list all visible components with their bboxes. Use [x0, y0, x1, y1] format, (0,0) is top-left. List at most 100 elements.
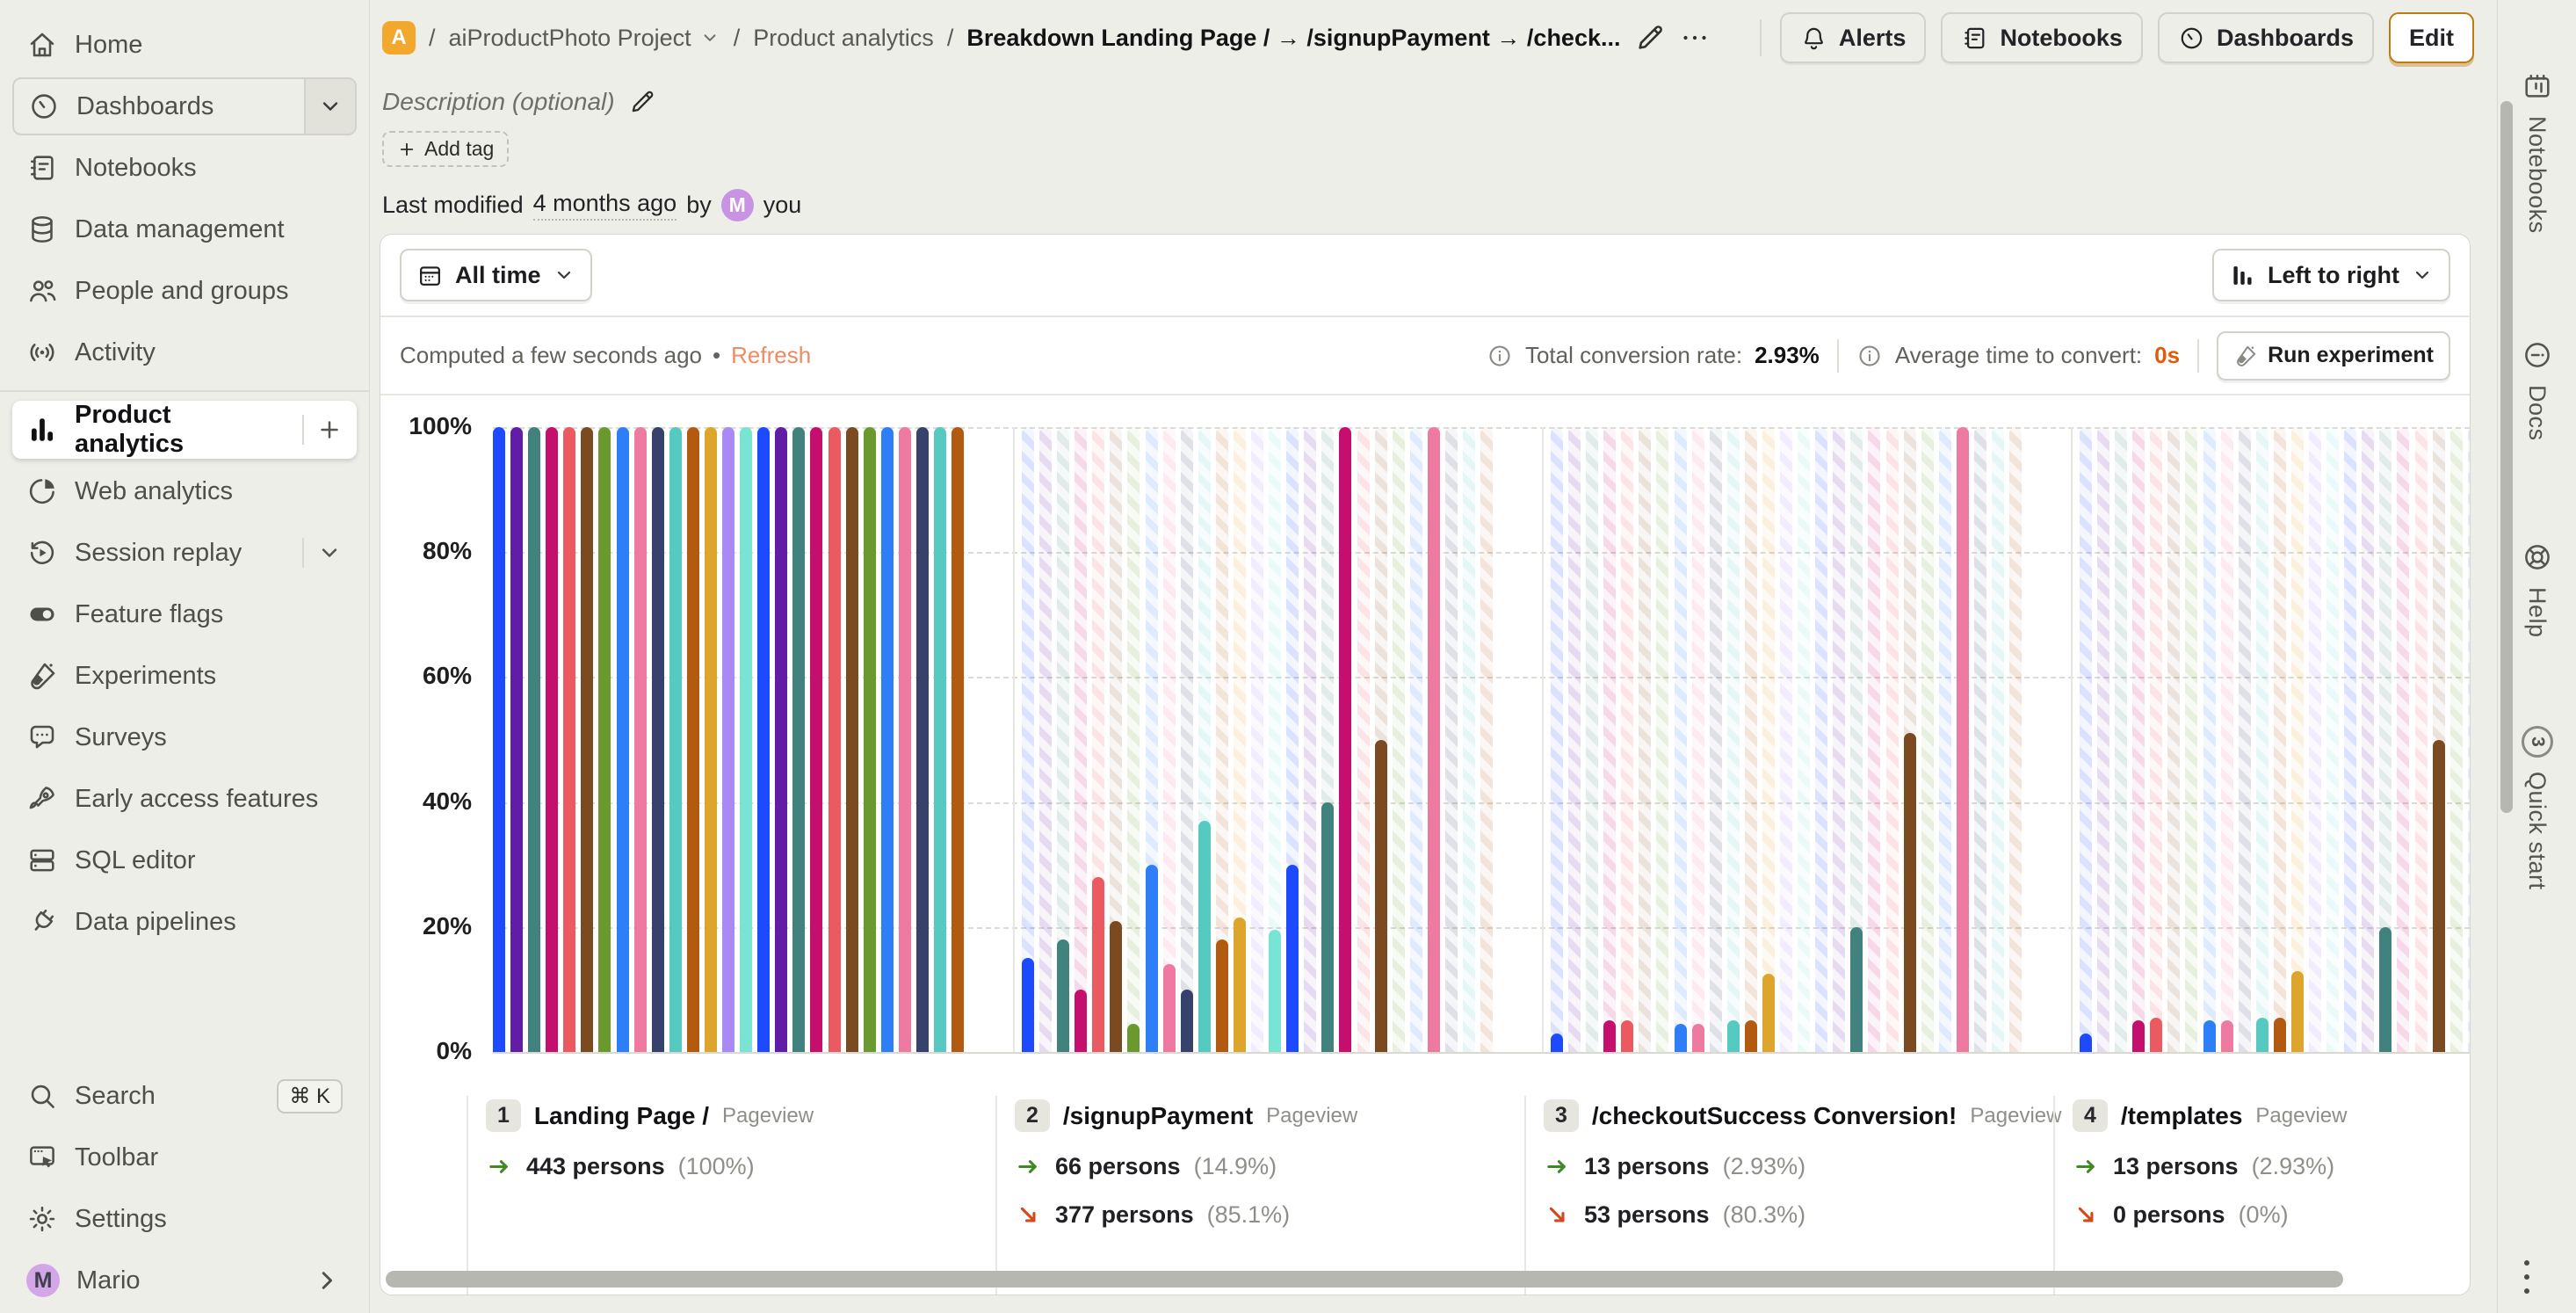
funnel-bar[interactable]: [1903, 733, 1916, 1052]
notebooks-button[interactable]: Notebooks: [1941, 12, 2143, 63]
funnel-bar[interactable]: [1744, 1020, 1757, 1052]
funnel-bar[interactable]: [563, 427, 576, 1052]
funnel-bar[interactable]: [510, 427, 524, 1052]
sidebar-item-settings[interactable]: Settings: [12, 1190, 357, 1248]
sidebar-item-sql-editor[interactable]: SQL editor: [12, 831, 357, 889]
funnel-bar[interactable]: [1075, 989, 1088, 1052]
funnel-bar[interactable]: [2290, 970, 2304, 1052]
more-options-icon[interactable]: [1679, 22, 1711, 54]
plus-icon[interactable]: [316, 417, 343, 443]
side-panel-tab-docs[interactable]: Docs: [2522, 339, 2553, 440]
funnel-bar[interactable]: [1233, 918, 1246, 1052]
funnel-bar[interactable]: [546, 427, 559, 1052]
funnel-bar[interactable]: [934, 427, 946, 1052]
funnel-bar[interactable]: [1691, 1024, 1704, 1052]
alerts-button[interactable]: Alerts: [1779, 12, 1927, 63]
funnel-bar[interactable]: [845, 427, 858, 1052]
funnel-bar[interactable]: [2080, 1033, 2092, 1052]
funnel-bar[interactable]: [2432, 739, 2445, 1052]
sidebar-item-activity[interactable]: Activity: [12, 323, 357, 381]
sidebar-item-web-analytics[interactable]: Web analytics: [12, 462, 357, 520]
funnel-bar[interactable]: [1956, 427, 1969, 1052]
sidebar-item-surveys[interactable]: Surveys: [12, 708, 357, 766]
info-icon[interactable]: [1487, 343, 1513, 369]
sidebar-item-toolbar[interactable]: Toolbar: [12, 1128, 357, 1186]
funnel-bar[interactable]: [598, 427, 611, 1052]
step-dropped-row[interactable]: 0 persons (0%): [2073, 1201, 2470, 1229]
sidebar-item-experiments[interactable]: Experiments: [12, 647, 357, 705]
sidebar-item-product-analytics[interactable]: Product analytics: [12, 401, 357, 459]
sidebar-item-expand-button[interactable]: [304, 79, 355, 134]
funnel-bar[interactable]: [1057, 939, 1070, 1052]
sidebar-item-people-and-groups[interactable]: People and groups: [12, 262, 357, 320]
funnel-bar[interactable]: [1092, 876, 1105, 1052]
funnel-bar[interactable]: [952, 427, 965, 1052]
funnel-bar[interactable]: [863, 427, 876, 1052]
breadcrumb-section[interactable]: Product analytics: [753, 25, 934, 52]
funnel-bar[interactable]: [2203, 1020, 2216, 1052]
dashboards-button[interactable]: Dashboards: [2157, 12, 2374, 63]
funnel-bar[interactable]: [1198, 820, 1211, 1052]
run-experiment-button[interactable]: Run experiment: [2217, 330, 2450, 381]
horizontal-scrollbar[interactable]: [386, 1271, 2343, 1288]
funnel-bar[interactable]: [1180, 989, 1193, 1052]
edit-description-icon[interactable]: [628, 88, 656, 116]
funnel-order-button[interactable]: Left to right: [2212, 249, 2450, 301]
sidebar-item-data-pipelines[interactable]: Data pipelines: [12, 893, 357, 951]
modifier-avatar[interactable]: M: [720, 189, 754, 221]
funnel-bar[interactable]: [2220, 1020, 2233, 1052]
funnel-bar[interactable]: [1551, 1033, 1563, 1052]
sidebar-item-main[interactable]: Dashboards: [14, 79, 287, 134]
funnel-bar[interactable]: [2150, 1017, 2163, 1052]
breadcrumb-project[interactable]: aiProductPhoto Project: [449, 25, 720, 52]
edit-button[interactable]: Edit: [2389, 12, 2474, 63]
funnel-bar[interactable]: [1726, 1020, 1740, 1052]
funnel-bar[interactable]: [2273, 1017, 2286, 1052]
funnel-bar[interactable]: [1339, 427, 1352, 1052]
sidebar-item-home[interactable]: Home: [12, 16, 357, 74]
refresh-link[interactable]: Refresh: [731, 342, 811, 369]
sidebar-item-user[interactable]: M Mario: [12, 1251, 357, 1309]
step-completed-row[interactable]: 66 persons (14.9%): [1015, 1153, 1524, 1180]
step-completed-row[interactable]: 13 persons (2.93%): [1544, 1153, 2053, 1180]
funnel-bar[interactable]: [2379, 926, 2392, 1052]
vertical-scrollbar[interactable]: [2500, 101, 2513, 813]
date-range-button[interactable]: All time: [400, 249, 592, 301]
funnel-bar[interactable]: [581, 427, 594, 1052]
funnel-bar[interactable]: [828, 427, 841, 1052]
sidebar-item-data-management[interactable]: Data management: [12, 200, 357, 258]
funnel-bar[interactable]: [1603, 1020, 1617, 1052]
funnel-bar[interactable]: [1850, 926, 1863, 1052]
funnel-bar[interactable]: [1110, 920, 1123, 1052]
side-panel-tab-notebooks[interactable]: Notebooks: [2522, 70, 2553, 234]
side-panel-tab-quick-start[interactable]: 3 Quick start: [2521, 725, 2553, 889]
funnel-bar[interactable]: [633, 427, 647, 1052]
funnel-bar[interactable]: [792, 427, 806, 1052]
funnel-bar[interactable]: [1321, 802, 1335, 1052]
funnel-bar[interactable]: [704, 427, 717, 1052]
side-panel-tab-help[interactable]: Help: [2522, 541, 2553, 638]
funnel-bar[interactable]: [880, 427, 894, 1052]
panel-drag-handle[interactable]: [2524, 1260, 2529, 1294]
info-icon[interactable]: [1856, 343, 1883, 369]
funnel-bar[interactable]: [651, 427, 664, 1052]
sidebar-item-session-replay[interactable]: Session replay: [12, 524, 357, 582]
funnel-bar[interactable]: [915, 427, 929, 1052]
description-placeholder[interactable]: Description (optional): [382, 88, 615, 116]
funnel-bar[interactable]: [669, 427, 682, 1052]
funnel-bar[interactable]: [1762, 974, 1775, 1052]
funnel-bar[interactable]: [1145, 864, 1158, 1052]
funnel-bar[interactable]: [1286, 864, 1299, 1052]
step-dropped-row[interactable]: 53 persons (80.3%): [1544, 1201, 2053, 1229]
funnel-bar[interactable]: [493, 427, 505, 1052]
funnel-bar[interactable]: [740, 427, 753, 1052]
sidebar-item-notebooks[interactable]: Notebooks: [12, 139, 357, 197]
funnel-bar[interactable]: [757, 427, 771, 1052]
project-badge[interactable]: A: [382, 21, 416, 54]
sidebar-item-feature-flags[interactable]: Feature flags: [12, 585, 357, 643]
funnel-bar[interactable]: [722, 427, 735, 1052]
funnel-bar[interactable]: [1127, 1024, 1140, 1052]
funnel-bar[interactable]: [898, 427, 911, 1052]
funnel-bar[interactable]: [2255, 1017, 2268, 1052]
last-modified-time[interactable]: 4 months ago: [532, 190, 677, 221]
